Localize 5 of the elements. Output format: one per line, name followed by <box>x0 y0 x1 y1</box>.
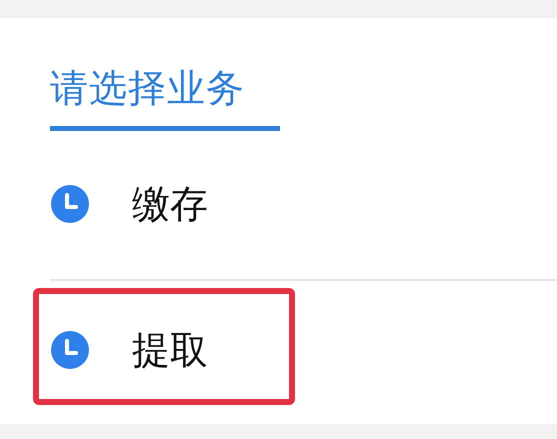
clock-icon <box>50 184 90 224</box>
service-option[interactable]: 提取 <box>132 324 208 376</box>
clock-icon <box>50 330 90 370</box>
section-title: 请选择业务 <box>50 65 246 112</box>
service-option[interactable]: 缴存 <box>132 178 208 230</box>
